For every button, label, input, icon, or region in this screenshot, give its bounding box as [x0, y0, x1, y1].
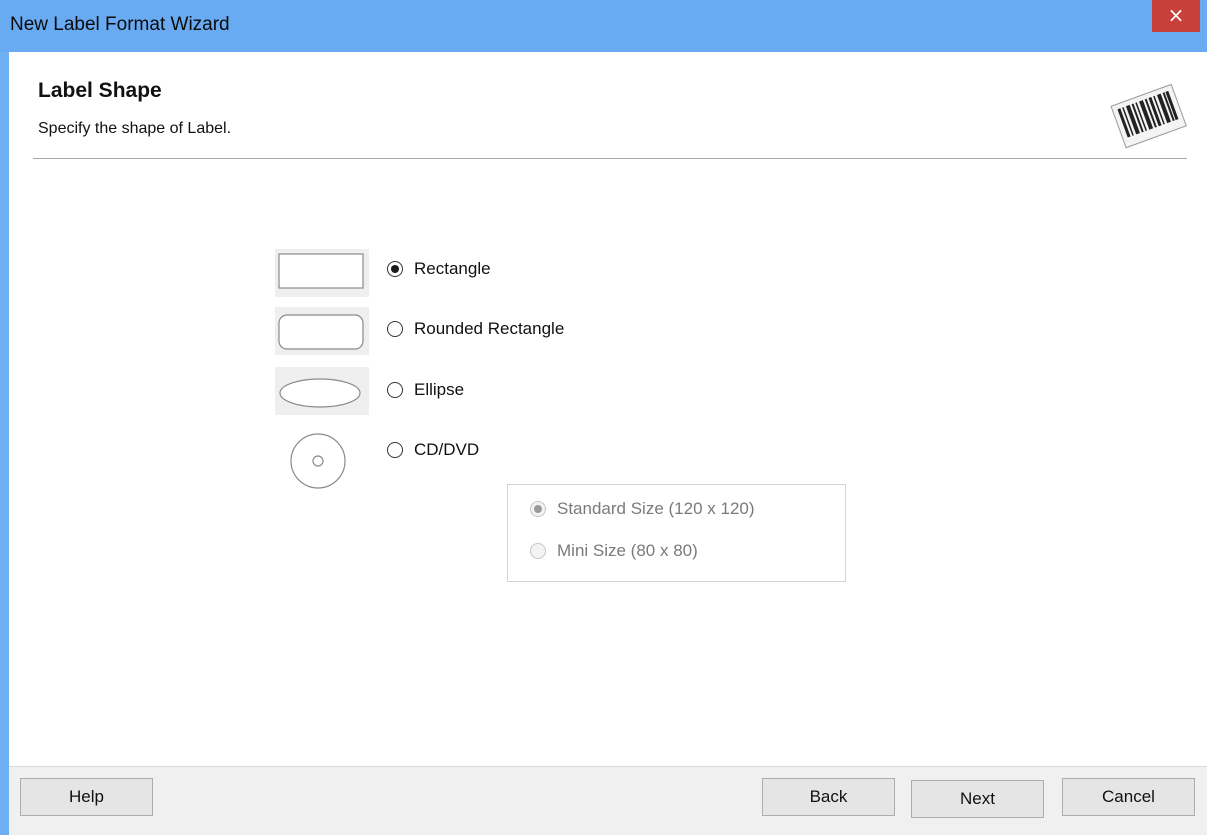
barcode-icon: [1110, 83, 1187, 149]
rounded-rectangle-icon: [275, 307, 369, 355]
window-title: New Label Format Wizard: [10, 14, 230, 35]
radio-standard-size: [530, 501, 546, 517]
radio-mini-size: [530, 543, 546, 559]
page-subtitle: Specify the shape of Label.: [38, 120, 232, 137]
wizard-window: Label Shape Specify the shape of Label.: [9, 52, 1207, 835]
radio-rounded-rectangle[interactable]: [387, 321, 403, 337]
cd-dvd-icon: [289, 432, 349, 492]
back-button[interactable]: Back: [762, 778, 895, 816]
shape-option-label: Rounded Rectangle: [414, 319, 565, 338]
shape-option-label: Rectangle: [414, 259, 491, 278]
cd-size-group: Standard Size (120 x 120) Mini Size (80 …: [507, 484, 846, 582]
title-bar: New Label Format Wizard ×: [0, 0, 1207, 52]
help-button[interactable]: Help: [20, 778, 153, 816]
header-divider: [33, 158, 1187, 159]
shape-option-label: Ellipse: [414, 380, 465, 399]
cd-option-label: Standard Size (120 x 120): [557, 499, 755, 518]
cd-option-label: Mini Size (80 x 80): [557, 541, 698, 560]
next-button[interactable]: Next: [911, 780, 1044, 818]
close-button[interactable]: ×: [1152, 0, 1200, 32]
page-title: Label Shape: [38, 79, 162, 102]
radio-cd-dvd[interactable]: [387, 442, 403, 458]
shape-option-label: CD/DVD: [414, 440, 480, 459]
footer-bar: Help Back Next Cancel: [9, 766, 1207, 835]
rectangle-icon: [275, 249, 369, 297]
ellipse-icon: [275, 367, 369, 415]
radio-rectangle[interactable]: [387, 261, 403, 277]
radio-ellipse[interactable]: [387, 382, 403, 398]
cancel-button[interactable]: Cancel: [1062, 778, 1195, 816]
